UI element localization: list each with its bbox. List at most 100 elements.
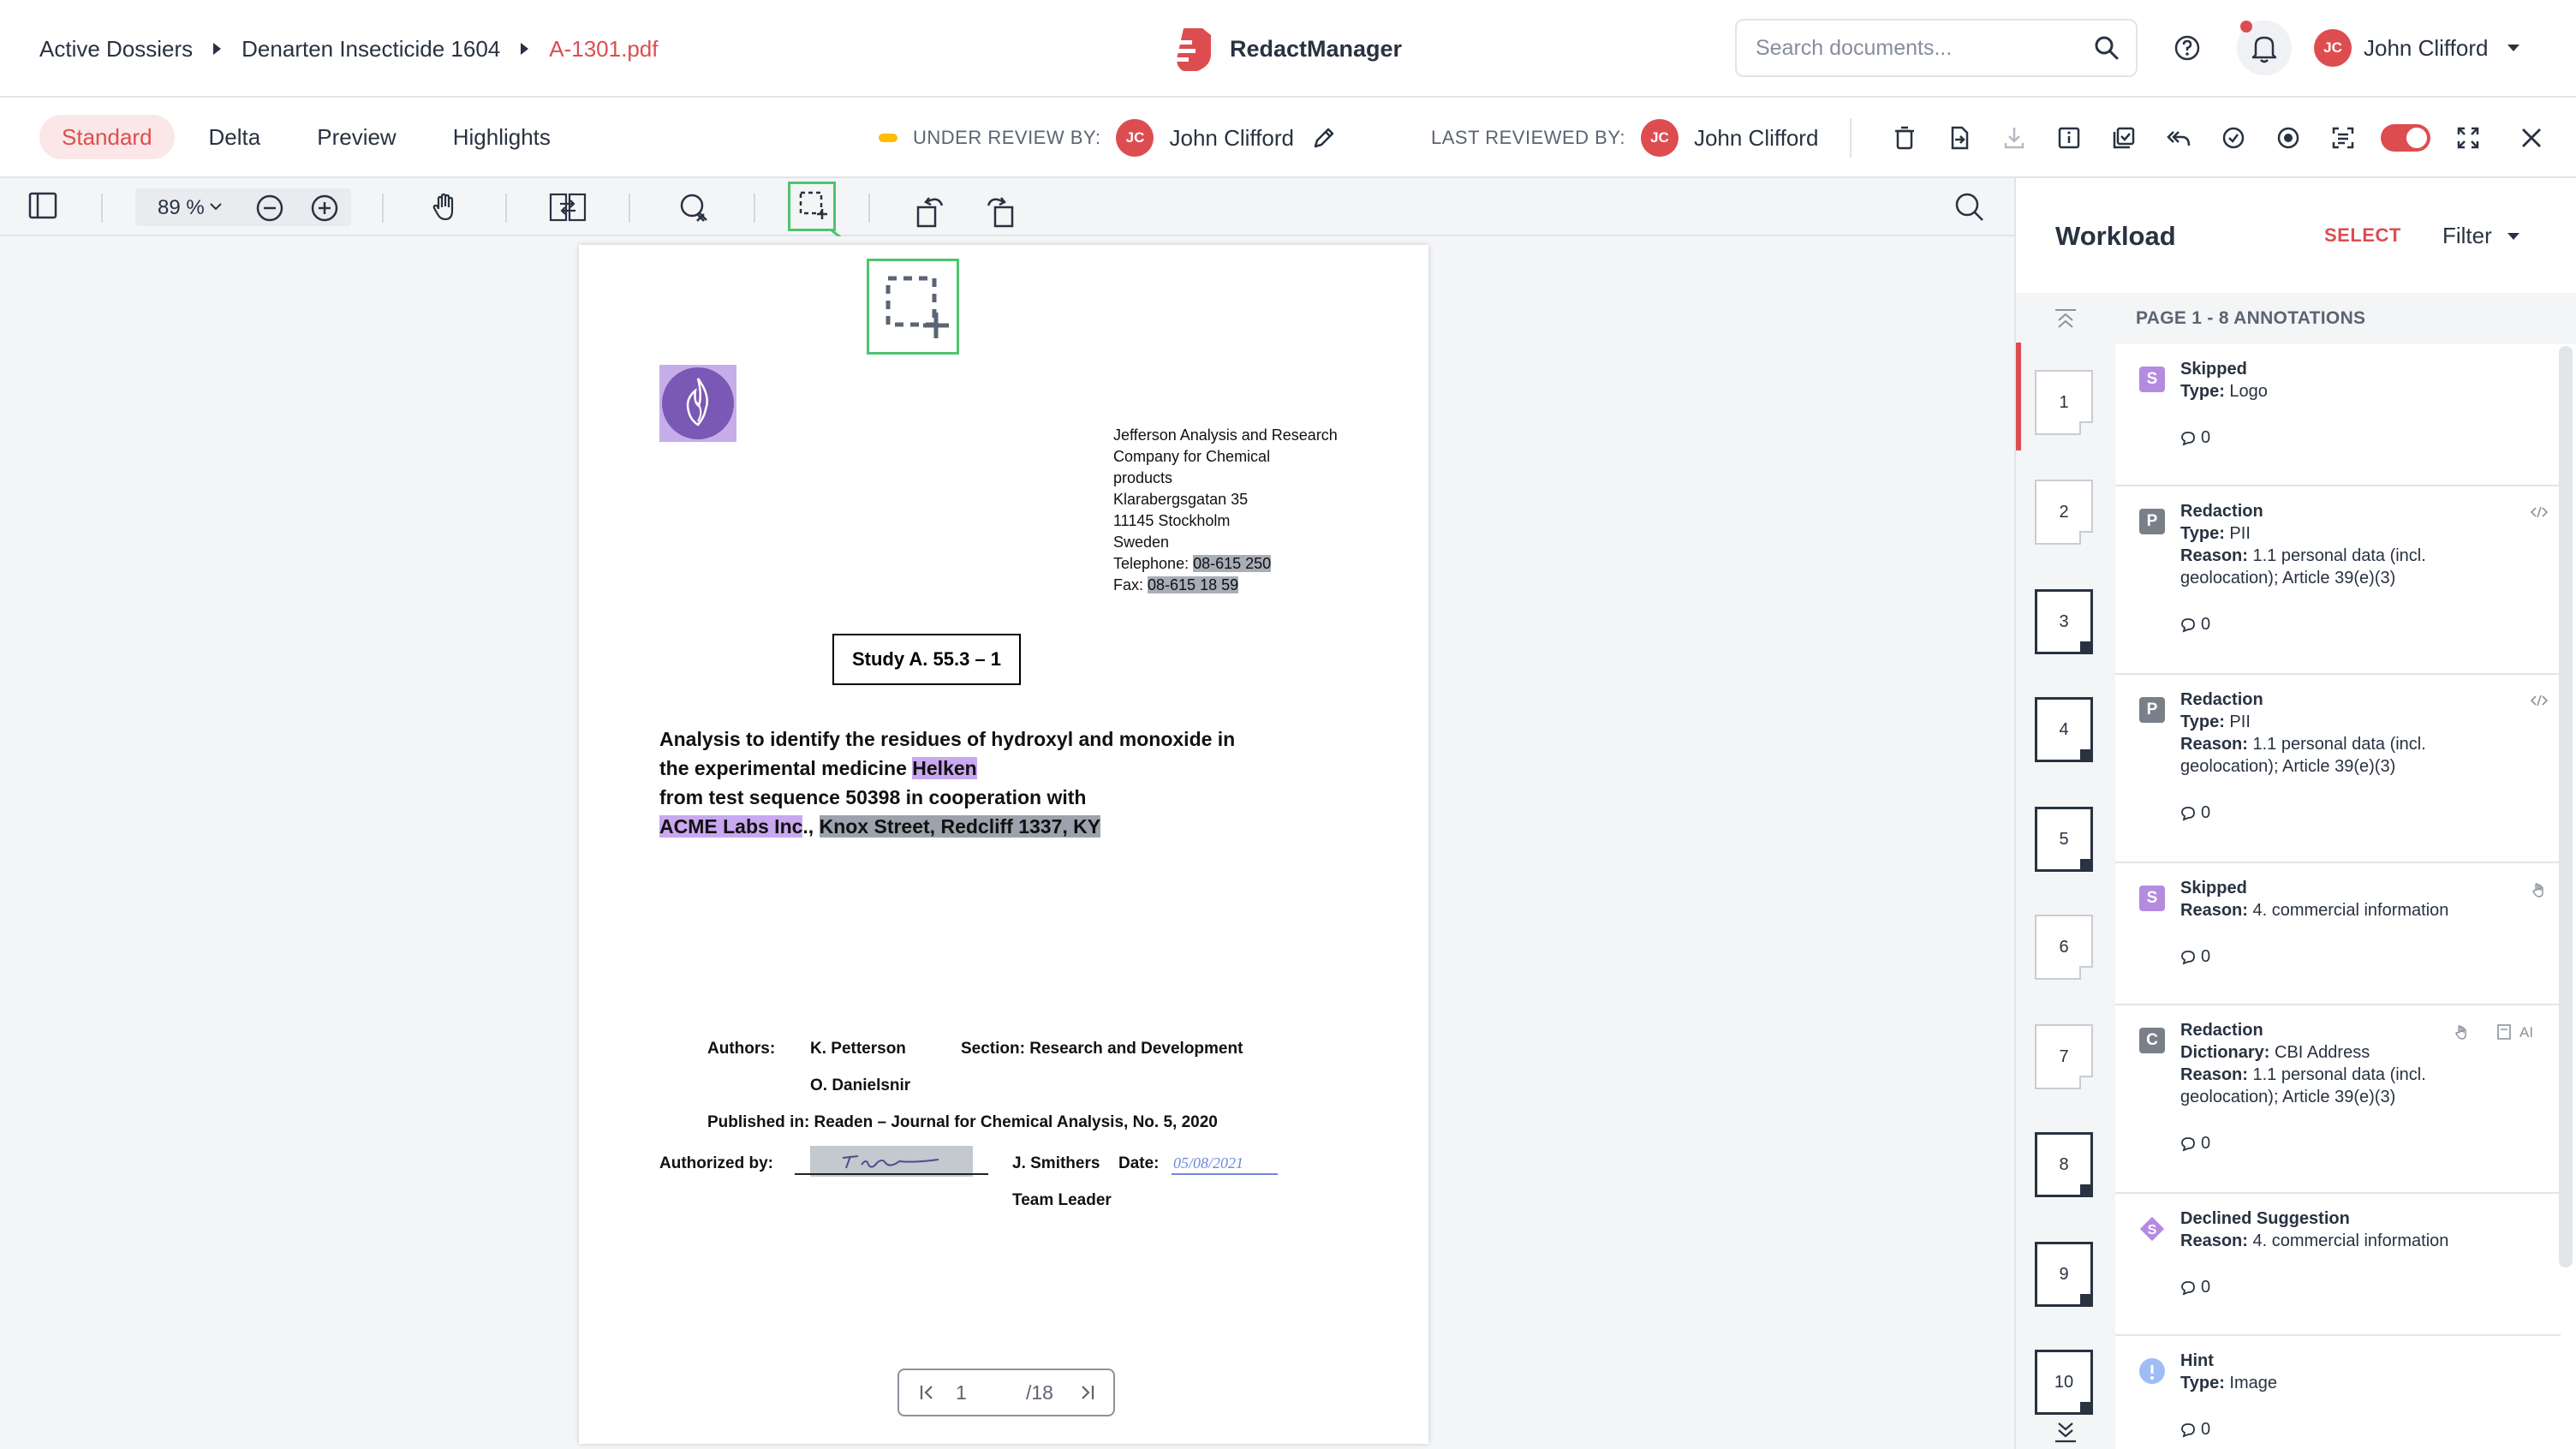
- hint-icon: [2139, 1358, 2165, 1384]
- zoom-level[interactable]: 89 %: [135, 188, 351, 226]
- compare-pages-icon[interactable]: [548, 190, 587, 224]
- annotation-detail: Reason: 1.1 personal data (incl. geoloca…: [2180, 735, 2426, 776]
- declined-suggestion-icon: S: [2139, 1216, 2165, 1242]
- annotation-detail: Type: PII: [2180, 713, 2251, 731]
- scroll-top-icon[interactable]: [2052, 307, 2079, 332]
- page-thumbnail[interactable]: 8: [2035, 1132, 2093, 1197]
- rotate-left-icon[interactable]: [913, 190, 947, 230]
- ocr-scan-icon[interactable]: [2326, 121, 2360, 155]
- redaction-toggle[interactable]: [2381, 124, 2430, 152]
- page-thumbnail[interactable]: 7: [2035, 1024, 2093, 1089]
- annotation-item[interactable]: Hint Type: Image 0: [2115, 1336, 2561, 1449]
- page-thumbnail[interactable]: 10: [2035, 1350, 2093, 1415]
- company-logo[interactable]: [659, 365, 736, 442]
- scroll-bottom-icon[interactable]: [2052, 1418, 2079, 1444]
- page-fold: [2080, 1294, 2092, 1306]
- annotation-item[interactable]: P Redaction Type: PII Reason: 1.1 person…: [2115, 675, 2561, 863]
- heading-line: ACME Labs Inc., Knox Street, Redcliff 13…: [659, 812, 1235, 841]
- zoom-in-icon[interactable]: [310, 194, 339, 223]
- brand-logo[interactable]: RedactManager: [1172, 22, 1402, 75]
- clear-search-icon[interactable]: [677, 190, 711, 224]
- page-thumbnail[interactable]: 2: [2035, 480, 2093, 545]
- search-input[interactable]: [1756, 21, 2081, 75]
- redacted-telephone[interactable]: 08-615 250: [1193, 555, 1272, 572]
- fullscreen-icon[interactable]: [2451, 121, 2485, 155]
- comment-count[interactable]: 0: [2180, 1134, 2210, 1154]
- close-icon[interactable]: [2514, 121, 2549, 155]
- page-number: 6: [2059, 937, 2069, 957]
- address-line: Jefferson Analysis and Research: [1113, 426, 1338, 444]
- study-id-box: Study A. 55.3 – 1: [832, 634, 1021, 685]
- authors-label: Authors:: [707, 1040, 776, 1058]
- last-page-icon[interactable]: [1076, 1381, 1098, 1404]
- zoom-out-icon[interactable]: [255, 194, 284, 223]
- approve-icon[interactable]: [2216, 121, 2251, 155]
- user-menu[interactable]: JC John Clifford: [2314, 29, 2519, 67]
- page-thumbnail[interactable]: 4: [2035, 697, 2093, 762]
- telephone-label: Telephone:: [1113, 555, 1194, 572]
- first-page-icon[interactable]: [916, 1381, 939, 1404]
- redacted-fax[interactable]: 08-615 18 59: [1148, 576, 1239, 593]
- annotation-item[interactable]: C Redaction Dictionary: CBI Address Reas…: [2115, 1005, 2561, 1194]
- breadcrumb-active-dossiers[interactable]: Active Dossiers: [39, 36, 193, 63]
- address-line: products: [1113, 469, 1173, 486]
- compare-icon[interactable]: [2107, 121, 2141, 155]
- scrollbar-thumb[interactable]: [2559, 346, 2573, 1267]
- annotation-scrollbar[interactable]: [2559, 346, 2573, 1267]
- code-icon[interactable]: [2530, 692, 2549, 709]
- tab-highlights[interactable]: Highlights: [431, 115, 573, 159]
- tab-standard[interactable]: Standard: [39, 115, 175, 159]
- pan-hand-icon[interactable]: [428, 190, 462, 224]
- filter-dropdown[interactable]: Filter: [2442, 223, 2519, 249]
- edit-reviewer-icon[interactable]: [1309, 123, 1339, 152]
- last-reviewer-avatar: JC: [1640, 119, 1679, 157]
- info-icon[interactable]: [2052, 121, 2086, 155]
- pdf-page[interactable]: Jefferson Analysis and Research Company …: [579, 245, 1428, 1444]
- comment-count[interactable]: 0: [2180, 1278, 2210, 1297]
- code-icon[interactable]: [2530, 504, 2549, 521]
- delete-icon[interactable]: [1887, 121, 1922, 155]
- search-document-icon[interactable]: [1953, 190, 1987, 224]
- toggle-sidebar-icon[interactable]: [27, 190, 58, 221]
- redacted-address[interactable]: Knox Street, Redcliff 1337, KY: [819, 815, 1101, 838]
- skipped-annotation[interactable]: ACME Labs Inc: [659, 815, 803, 838]
- date-value[interactable]: 05/08/2021: [1172, 1153, 1278, 1175]
- page-thumbnail[interactable]: 5: [2035, 807, 2093, 872]
- manual-hand-icon[interactable]: [2530, 880, 2549, 899]
- tab-delta[interactable]: Delta: [187, 115, 283, 159]
- annotation-item[interactable]: S Declined Suggestion Reason: 4. commerc…: [2115, 1194, 2561, 1336]
- skipped-annotation[interactable]: Helken: [912, 757, 977, 779]
- rotate-right-icon[interactable]: [983, 190, 1017, 230]
- breadcrumb-current-file[interactable]: A-1301.pdf: [549, 36, 658, 63]
- highlighted-tool-frame: [788, 182, 836, 231]
- page-thumbnail[interactable]: 6: [2035, 915, 2093, 980]
- manual-hand-icon[interactable]: [2453, 1023, 2472, 1041]
- tab-preview[interactable]: Preview: [295, 115, 418, 159]
- dictionary-icon[interactable]: [2496, 1023, 2513, 1041]
- page-thumbnail[interactable]: 3: [2035, 589, 2093, 654]
- comment-count[interactable]: 0: [2180, 428, 2210, 448]
- annotation-item[interactable]: S Skipped Reason: 4. commercial informat…: [2115, 863, 2561, 1005]
- redacted-signature[interactable]: [810, 1146, 973, 1177]
- page-thumbnail[interactable]: 9: [2035, 1242, 2093, 1307]
- annotation-item[interactable]: P Redaction Type: PII Reason: 1.1 person…: [2115, 486, 2561, 675]
- comment-count[interactable]: 0: [2180, 947, 2210, 967]
- heading-text: .,: [802, 815, 820, 838]
- undo-all-icon[interactable]: [2162, 121, 2196, 155]
- page-number-input[interactable]: 1: [956, 1381, 967, 1404]
- move-document-icon[interactable]: [1942, 121, 1977, 155]
- record-icon[interactable]: [2271, 121, 2305, 155]
- page-thumbnail[interactable]: 1: [2035, 370, 2093, 435]
- comment-count[interactable]: 0: [2180, 1420, 2210, 1440]
- divider: [101, 194, 103, 223]
- comment-count[interactable]: 0: [2180, 803, 2210, 823]
- comment-count[interactable]: 0: [2180, 615, 2210, 635]
- annotation-item[interactable]: S Skipped Type: Logo 0: [2115, 344, 2561, 486]
- page-thumbnails: 1 2 3 4 5 6 7 8 9 10: [2016, 293, 2115, 1449]
- heading-line: Analysis to identify the residues of hyd…: [659, 728, 1236, 750]
- download-icon[interactable]: [1997, 121, 2031, 155]
- breadcrumb-dossier[interactable]: Denarten Insecticide 1604: [242, 36, 500, 63]
- help-icon[interactable]: [2168, 29, 2206, 67]
- search-icon[interactable]: [2093, 34, 2120, 62]
- select-button[interactable]: SELECT: [2324, 224, 2401, 247]
